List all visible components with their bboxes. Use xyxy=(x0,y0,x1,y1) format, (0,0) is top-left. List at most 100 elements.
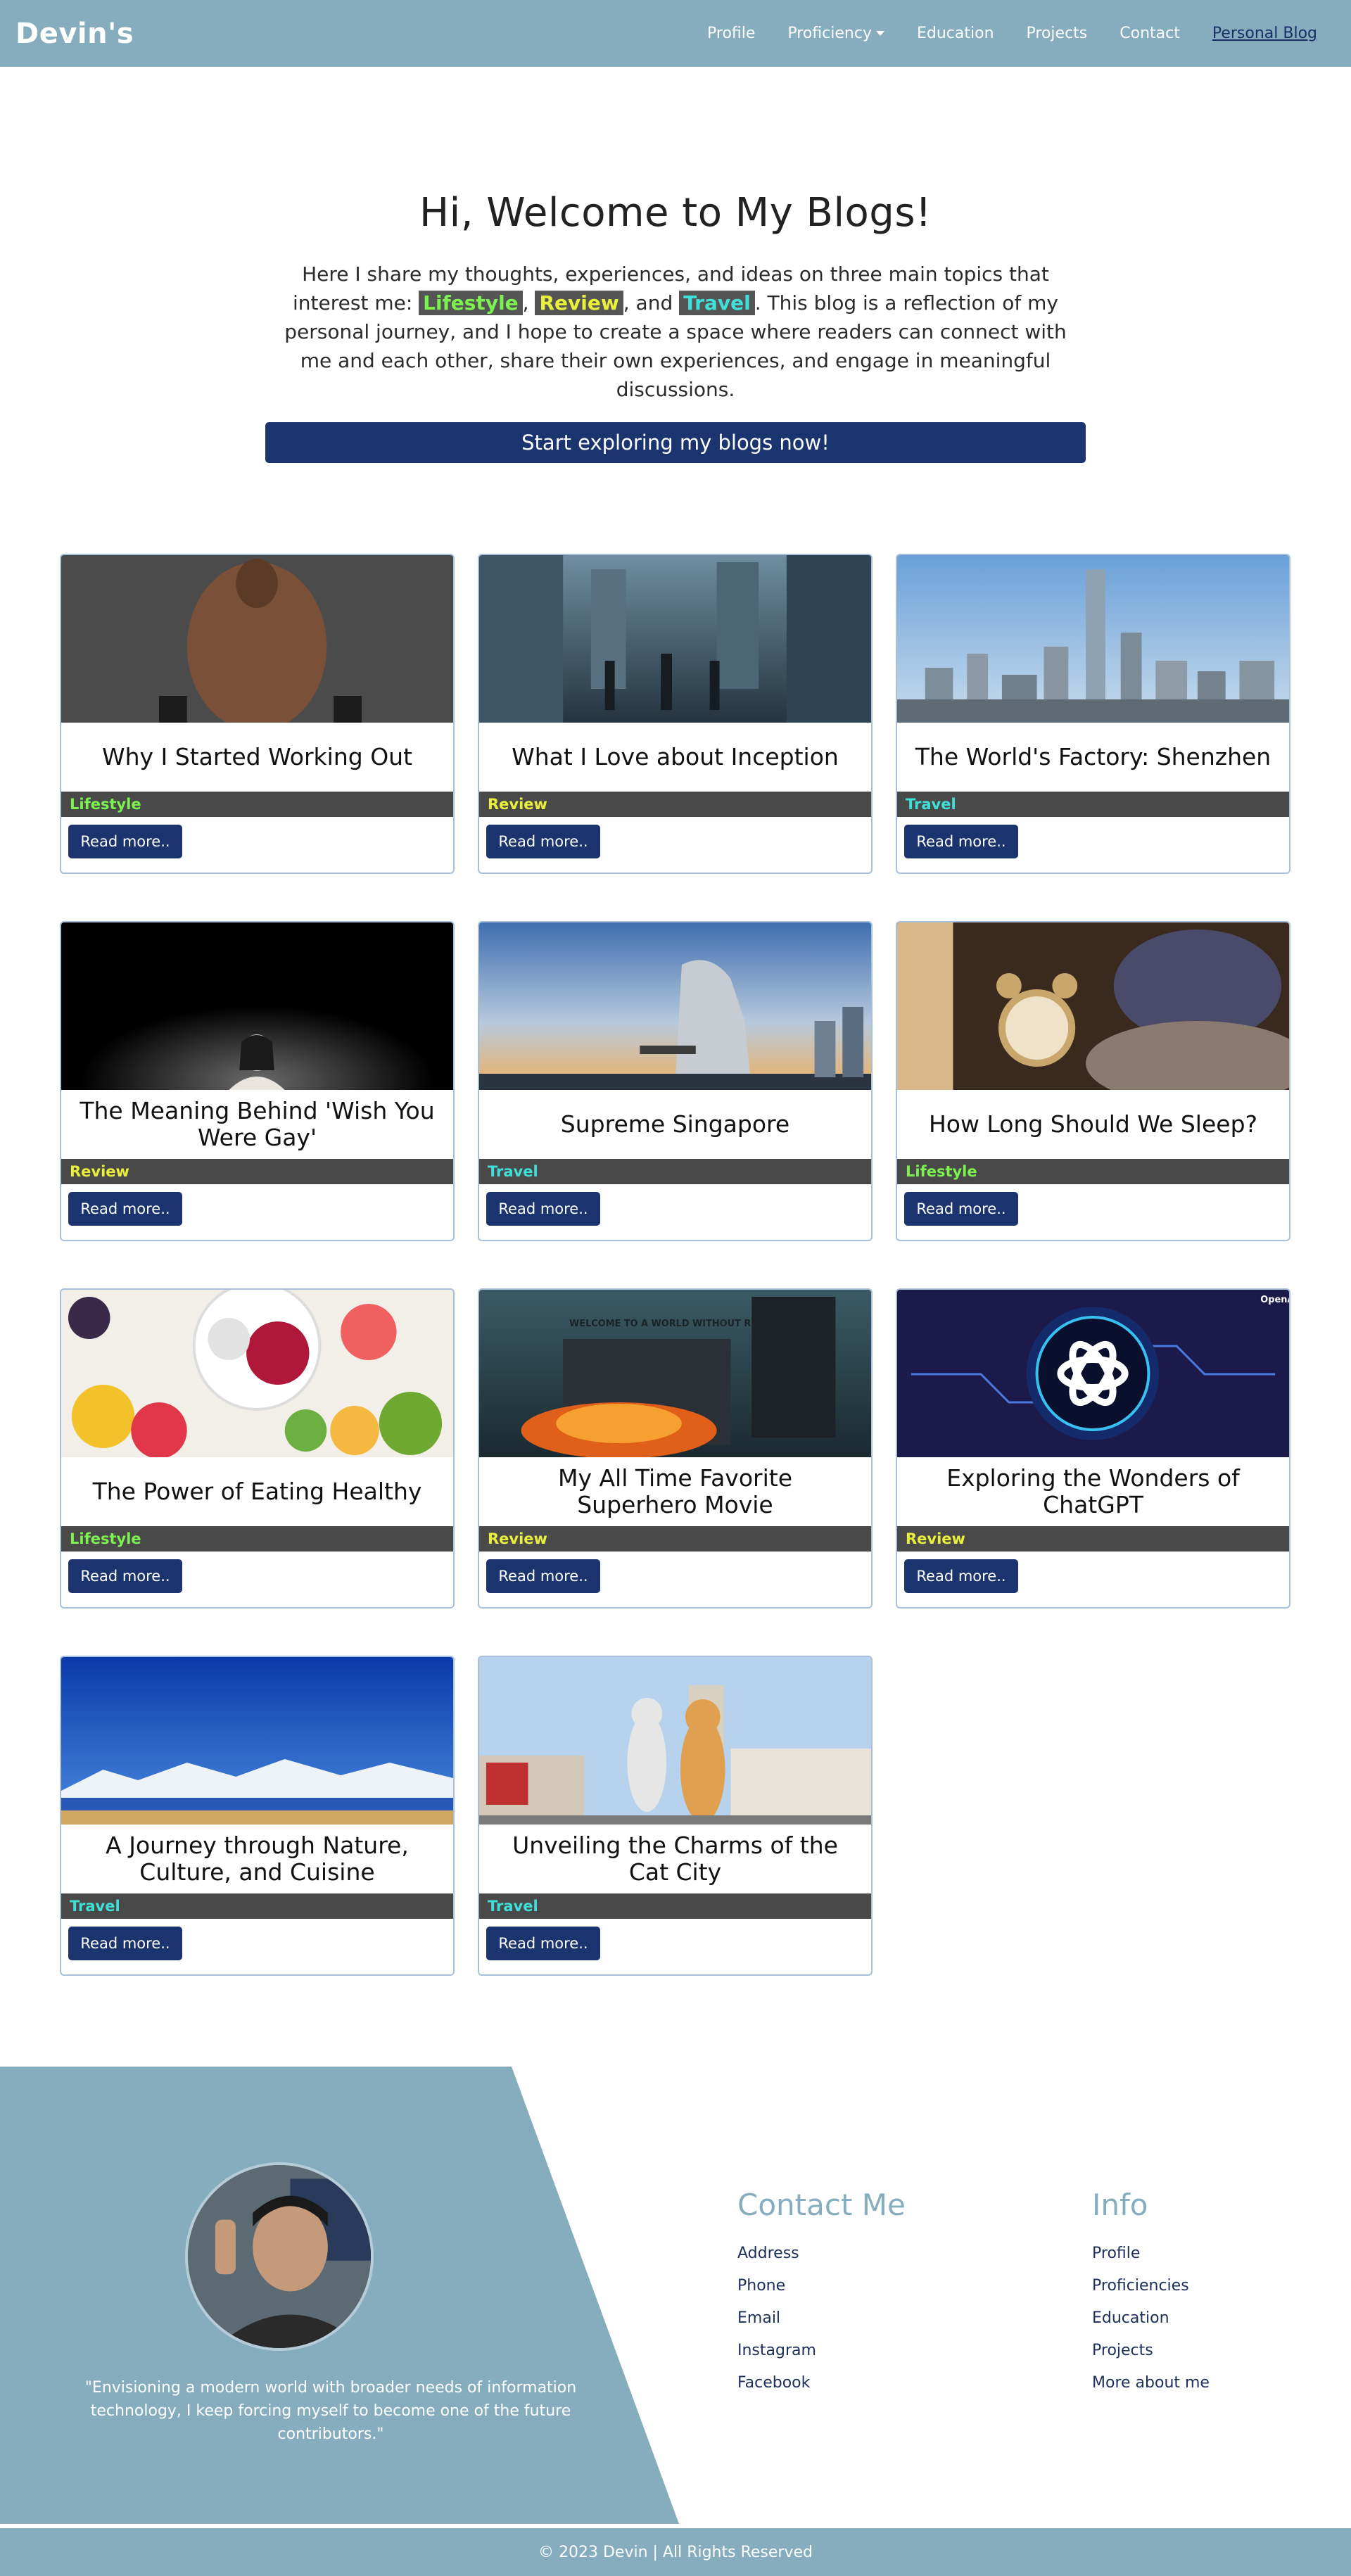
hero-sep: , and xyxy=(623,291,680,315)
blog-card-category: Lifestyle xyxy=(61,1526,453,1552)
footer-link-instagram[interactable]: Instagram xyxy=(737,2335,906,2367)
blog-card-category: Travel xyxy=(479,1893,871,1919)
blog-card-category: Review xyxy=(479,1526,871,1552)
blog-card: A Journey through Nature, Culture, and C… xyxy=(60,1656,455,1976)
blog-card-body: Read more.. xyxy=(61,1184,453,1233)
read-more-button[interactable]: Read more.. xyxy=(904,825,1018,858)
footer-info-column: Info Profile Proficiencies Education Pro… xyxy=(1092,2188,1210,2399)
hero-intro: Here I share my thoughts, experiences, a… xyxy=(274,260,1077,404)
blog-card-title: What I Love about Inception xyxy=(512,743,839,770)
read-more-button[interactable]: Read more.. xyxy=(904,1192,1018,1226)
footer-link-email[interactable]: Email xyxy=(737,2302,906,2335)
footer-link-address[interactable]: Address xyxy=(737,2238,906,2270)
blog-card-category: Review xyxy=(61,1159,453,1184)
blog-card-title: The Meaning Behind 'Wish You Were Gay' xyxy=(80,1097,435,1151)
footer-link-phone[interactable]: Phone xyxy=(737,2270,906,2302)
openai-label: OpenAI xyxy=(1260,1295,1289,1305)
blog-card-body: Read more.. xyxy=(479,1919,871,1968)
blog-card-category: Lifestyle xyxy=(61,792,453,817)
blog-card-image[interactable] xyxy=(61,922,453,1090)
blog-card-image[interactable] xyxy=(61,1290,453,1457)
footer-link-profile[interactable]: Profile xyxy=(1092,2238,1210,2270)
footer-link-projects[interactable]: Projects xyxy=(1092,2335,1210,2367)
read-more-button[interactable]: Read more.. xyxy=(486,1927,600,1960)
blog-card: What I Love about Inception Review Read … xyxy=(478,554,873,874)
blog-card-category: Lifestyle xyxy=(897,1159,1289,1184)
blog-card-category: Review xyxy=(897,1526,1289,1552)
blog-card-category: Travel xyxy=(479,1159,871,1184)
blog-card-title: The Power of Eating Healthy xyxy=(92,1478,422,1505)
blog-card-body: Read more.. xyxy=(479,817,871,866)
blog-card-image[interactable] xyxy=(61,1657,453,1825)
footer-quote: "Envisioning a modern world with broader… xyxy=(84,2379,577,2443)
blog-card-category: Travel xyxy=(897,792,1289,817)
nav-link-proficiency[interactable]: Proficiency xyxy=(787,25,884,42)
hero-tag-lifestyle: Lifestyle xyxy=(419,291,523,315)
top-navbar: Devin's Profile Proficiency Education Pr… xyxy=(0,0,1351,67)
nav-link-contact[interactable]: Contact xyxy=(1120,25,1180,42)
blog-card-body: Read more.. xyxy=(61,1919,453,1968)
contact-heading: Contact Me xyxy=(737,2188,906,2222)
copyright-text: © 2023 Devin | All Rights Reserved xyxy=(538,2543,813,2561)
footer-link-education[interactable]: Education xyxy=(1092,2302,1210,2335)
footer-link-proficiencies[interactable]: Proficiencies xyxy=(1092,2270,1210,2302)
read-more-button[interactable]: Read more.. xyxy=(904,1559,1018,1593)
hero-sep: , xyxy=(522,291,535,315)
blog-card: The Power of Eating Healthy Lifestyle Re… xyxy=(60,1288,455,1609)
blog-card-title: My All Time Favorite Superhero Movie xyxy=(557,1464,792,1518)
blog-card-category: Travel xyxy=(61,1893,453,1919)
nav-link-proficiency-label: Proficiency xyxy=(787,25,872,42)
caret-down-icon xyxy=(875,31,884,36)
start-exploring-button[interactable]: Start exploring my blogs now! xyxy=(265,422,1086,463)
nav-link-projects[interactable]: Projects xyxy=(1027,25,1088,42)
blog-card: Supreme Singapore Travel Read more.. xyxy=(478,921,873,1241)
nav-links: Profile Proficiency Education Projects C… xyxy=(707,25,1336,42)
blog-card-body: Read more.. xyxy=(61,1552,453,1601)
blog-card-image[interactable] xyxy=(479,555,871,723)
blog-card: OpenAI Exploring the Wonders of ChatGPT … xyxy=(896,1288,1290,1609)
blog-card-image[interactable] xyxy=(897,555,1289,723)
blog-card-body: Read more.. xyxy=(479,1184,871,1233)
footer-link-facebook[interactable]: Facebook xyxy=(737,2367,906,2399)
blog-card-image[interactable]: WELCOME TO A WORLD WITHOUT RULES. xyxy=(479,1290,871,1457)
hero-section: Hi, Welcome to My Blogs! Here I share my… xyxy=(0,190,1351,463)
footer-contact-column: Contact Me Address Phone Email Instagram… xyxy=(737,2188,906,2399)
read-more-button[interactable]: Read more.. xyxy=(68,1192,182,1226)
blog-card-body: Read more.. xyxy=(479,1552,871,1601)
nav-link-education[interactable]: Education xyxy=(917,25,994,42)
blog-card-body: Read more.. xyxy=(897,1552,1289,1601)
blog-card-image[interactable] xyxy=(61,555,453,723)
nav-link-personal-blog[interactable]: Personal Blog xyxy=(1212,25,1317,42)
page-title: Hi, Welcome to My Blogs! xyxy=(419,190,932,236)
blog-card-title: A Journey through Nature, Culture, and C… xyxy=(106,1832,409,1886)
read-more-button[interactable]: Read more.. xyxy=(68,1559,182,1593)
blog-card-title: The World's Factory: Shenzhen xyxy=(915,743,1271,770)
blog-card-title: Why I Started Working Out xyxy=(101,743,413,770)
blog-card-image[interactable] xyxy=(479,922,871,1090)
blog-card-image[interactable] xyxy=(897,922,1289,1090)
blog-card-body: Read more.. xyxy=(897,1184,1289,1233)
blog-card: WELCOME TO A WORLD WITHOUT RULES. My All… xyxy=(478,1288,873,1609)
blog-card-title: Supreme Singapore xyxy=(560,1110,790,1138)
blog-card: The World's Factory: Shenzhen Travel Rea… xyxy=(896,554,1290,874)
read-more-button[interactable]: Read more.. xyxy=(486,825,600,858)
nav-link-profile[interactable]: Profile xyxy=(707,25,755,42)
read-more-button[interactable]: Read more.. xyxy=(68,1927,182,1960)
blog-card-title: Unveiling the Charms of the Cat City xyxy=(512,1832,838,1886)
blog-grid: Why I Started Working Out Lifestyle Read… xyxy=(60,554,1291,1976)
brand-logo[interactable]: Devin's xyxy=(15,18,134,50)
avatar xyxy=(185,2162,374,2351)
blog-card-title: Exploring the Wonders of ChatGPT xyxy=(946,1464,1240,1518)
blog-card: Why I Started Working Out Lifestyle Read… xyxy=(60,554,455,874)
read-more-button[interactable]: Read more.. xyxy=(68,825,182,858)
read-more-button[interactable]: Read more.. xyxy=(486,1192,600,1226)
blog-card-image[interactable]: OpenAI xyxy=(897,1290,1289,1457)
blog-card-category: Review xyxy=(479,792,871,817)
blog-card-image[interactable] xyxy=(479,1657,871,1825)
copyright-bar: © 2023 Devin | All Rights Reserved xyxy=(0,2528,1351,2576)
info-heading: Info xyxy=(1092,2188,1148,2222)
footer-link-more-about-me[interactable]: More about me xyxy=(1092,2367,1210,2399)
read-more-button[interactable]: Read more.. xyxy=(486,1559,600,1593)
hero-tag-review: Review xyxy=(535,291,623,315)
poster-tagline: WELCOME TO A WORLD WITHOUT RULES. xyxy=(569,1319,780,1329)
